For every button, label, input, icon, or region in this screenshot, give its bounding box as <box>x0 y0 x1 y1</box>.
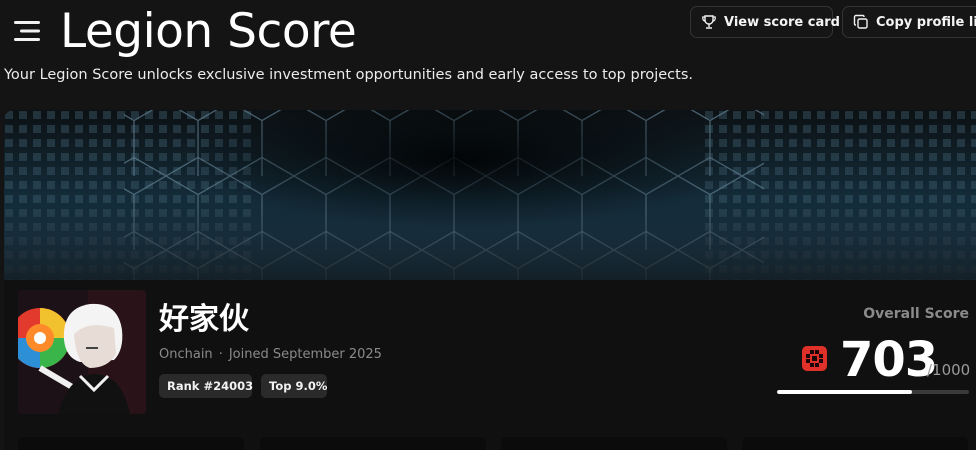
stat-card <box>501 437 727 450</box>
stat-card <box>260 437 486 450</box>
view-score-card-label: View score card <box>724 14 840 30</box>
rank-badge: Rank #24003 <box>159 374 253 398</box>
overall-score-value: 703 <box>840 332 938 388</box>
page-subtitle: Your Legion Score unlocks exclusive inve… <box>4 67 693 83</box>
profile-banner <box>4 110 976 450</box>
legion-score-page: Legion Score View score card Copy profil… <box>0 0 976 450</box>
hamburger-menu-icon[interactable] <box>12 16 42 46</box>
overall-score-max: /1000 <box>927 361 971 379</box>
meta-separator: · <box>218 347 223 362</box>
copy-profile-link-button[interactable]: Copy profile link <box>842 6 976 38</box>
page-title: Legion Score <box>60 4 357 59</box>
copy-icon <box>853 14 868 29</box>
joined-date: Joined September 2025 <box>228 347 382 362</box>
user-name: 好家伙 <box>159 302 249 337</box>
overall-score-label: Overall Score <box>863 306 969 322</box>
legion-logo-icon <box>802 346 827 371</box>
profile-meta: Onchain · Joined September 2025 <box>159 347 382 362</box>
score-progress-bar <box>777 390 969 394</box>
banner-fade <box>4 200 976 310</box>
top-percent-badge: Top 9.0% <box>261 374 327 398</box>
stat-card <box>18 437 244 450</box>
score-progress-fill <box>777 390 912 394</box>
view-score-card-button[interactable]: View score card <box>690 6 840 38</box>
source-label: Onchain <box>159 347 213 362</box>
copy-profile-link-label: Copy profile link <box>876 14 976 30</box>
trophy-icon <box>702 15 716 29</box>
stat-card <box>742 437 968 450</box>
user-avatar[interactable] <box>18 290 146 414</box>
